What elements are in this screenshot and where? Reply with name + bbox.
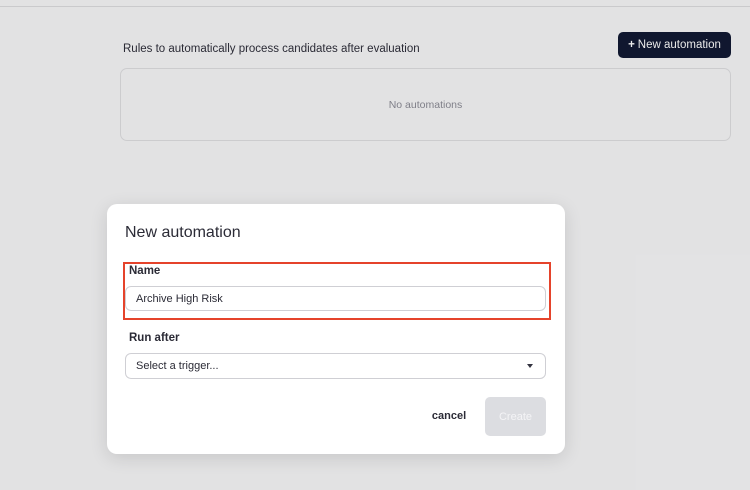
create-button[interactable]: Create bbox=[485, 397, 546, 436]
trigger-select-placeholder: Select a trigger... bbox=[136, 360, 219, 372]
new-automation-dialog: New automation Name Run after Select a t… bbox=[107, 204, 565, 454]
cancel-button[interactable]: cancel bbox=[425, 405, 473, 427]
run-after-label: Run after bbox=[129, 332, 180, 344]
caret-down-icon bbox=[527, 364, 533, 368]
trigger-select[interactable]: Select a trigger... bbox=[125, 353, 546, 379]
name-label: Name bbox=[129, 265, 161, 277]
dialog-title: New automation bbox=[125, 224, 241, 241]
name-input[interactable] bbox=[125, 286, 546, 311]
